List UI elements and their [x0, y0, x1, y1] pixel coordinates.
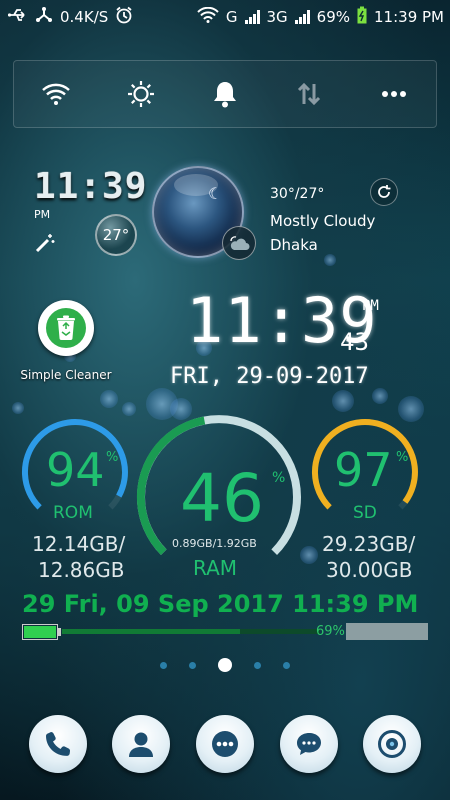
ram-label: RAM [193, 556, 238, 580]
status-time: 11:39 PM [374, 8, 444, 26]
data-transfer-icon [298, 82, 321, 106]
wifi-icon [42, 83, 71, 105]
bell-icon [213, 82, 236, 108]
battery-remaining-block [346, 623, 428, 640]
share-icon [35, 7, 53, 27]
phone-icon [45, 732, 70, 756]
brightness-toggle[interactable] [116, 69, 166, 119]
weather-high-low: 30°/27° [270, 186, 325, 202]
battery-progress-label: 69% [316, 624, 345, 639]
sd-percent: 97 [334, 443, 393, 497]
sound-toggle[interactable] [200, 69, 250, 119]
apps-icon [211, 731, 238, 757]
battery-bar-icon [22, 624, 58, 640]
data-toggle[interactable] [284, 69, 334, 119]
temperature-bubble: 27° [95, 214, 137, 256]
rom-percent: 94 [46, 443, 105, 497]
magic-wand-icon[interactable] [34, 232, 56, 258]
status-bar: 0.4K/S G 3G 69% 11:39 PM [0, 0, 450, 34]
battery-bar-icon-fill [24, 626, 56, 638]
moon-icon: ☾ [208, 184, 223, 203]
app-simple-cleaner[interactable]: Simple Cleaner [20, 300, 112, 382]
usb-icon [7, 7, 28, 27]
sd-percent-symbol: % [396, 450, 409, 465]
battery-charging-icon [357, 6, 367, 28]
weather-condition: Mostly Cloudy [270, 212, 376, 230]
net-speed: 0.4K/S [60, 8, 109, 26]
more-settings-button[interactable] [369, 69, 419, 119]
rom-used: 12.14GB/ [32, 532, 126, 556]
page-dot-active[interactable] [218, 658, 232, 672]
cloudy-night-icon [222, 226, 256, 260]
contacts-icon [129, 732, 154, 757]
page-dot[interactable] [160, 661, 167, 669]
signal-icon [294, 10, 310, 24]
battery-progress-track [62, 629, 320, 634]
network-type-2: 3G [266, 8, 288, 26]
battery-progress-fill [62, 629, 241, 634]
dock-phone-button[interactable] [28, 715, 87, 773]
dock-contacts-button[interactable] [112, 715, 171, 773]
battery-bar-nub [58, 628, 61, 636]
network-type-1: G [225, 8, 238, 26]
dock-messages-button[interactable] [279, 715, 338, 773]
rom-total: 12.86GB [38, 558, 125, 582]
ram-percent: 46 [180, 460, 264, 537]
sd-used: 29.23GB/ [322, 532, 416, 556]
dock-camera-button[interactable] [363, 715, 422, 773]
weather-refresh-button[interactable] [370, 178, 398, 206]
sd-label: SD [353, 503, 377, 523]
battery-percent: 69% [316, 8, 351, 26]
digital-clock-ampm: PM [362, 298, 379, 314]
app-label: Simple Cleaner [20, 368, 112, 382]
digital-clock-date: FRI, 29-09-2017 [170, 364, 369, 389]
digital-clock-seconds: 43 [340, 328, 369, 356]
quick-settings-panel [13, 60, 437, 128]
recycle-bin-icon [46, 308, 86, 348]
rom-percent-symbol: % [106, 450, 119, 465]
bokeh-light [324, 254, 336, 266]
long-date-time: 29 Fri, 09 Sep 2017 11:39 PM [22, 590, 419, 618]
wifi-toggle[interactable] [31, 69, 81, 119]
signal-icon [244, 10, 260, 24]
weather-clock-ampm: PM [34, 208, 51, 221]
refresh-icon [378, 185, 391, 198]
wifi-icon [197, 6, 219, 27]
page-indicator[interactable] [0, 658, 450, 672]
sd-total: 30.00GB [326, 558, 413, 582]
page-dot[interactable] [283, 661, 290, 669]
ram-detail: 0.89GB/1.92GB [172, 537, 257, 550]
weather-clock[interactable]: 11:39 [34, 166, 147, 207]
weather-city: Dhaka [270, 236, 318, 254]
app-dock [0, 710, 450, 778]
ram-percent-symbol: % [272, 470, 286, 486]
app-icon-container [38, 300, 94, 356]
rom-label: ROM [53, 503, 93, 523]
page-dot[interactable] [189, 661, 196, 669]
dock-apps-button[interactable] [195, 715, 254, 773]
page-dot[interactable] [254, 661, 261, 669]
camera-icon [378, 730, 407, 758]
more-icon [381, 91, 406, 97]
messages-icon [296, 733, 321, 755]
alarm-icon [115, 6, 133, 28]
brightness-icon [127, 81, 154, 107]
